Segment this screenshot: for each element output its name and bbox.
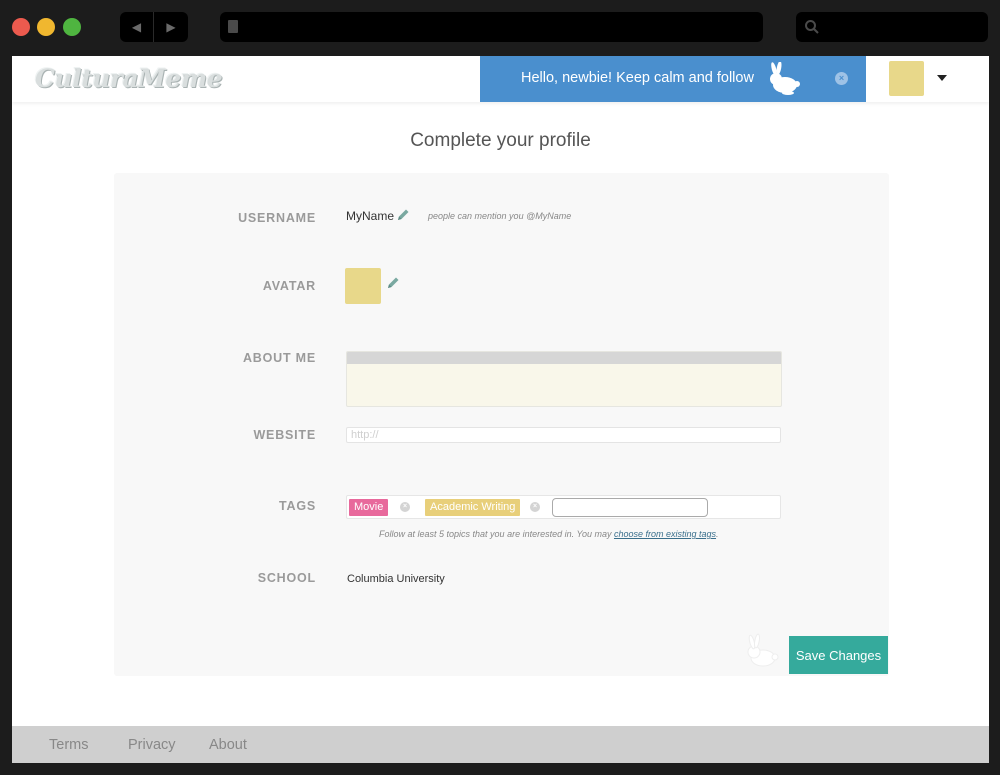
tags-hint-end: . (716, 529, 719, 539)
browser-search-bar[interactable] (796, 12, 988, 42)
website-label: WEBSITE (253, 428, 316, 442)
page-icon (228, 20, 238, 33)
tags-label: TAGS (279, 499, 316, 513)
school-value: Columbia University (347, 573, 445, 585)
banner-text: Hello, newbie! Keep calm and follow (521, 70, 754, 86)
site-logo[interactable]: CulturaMeme (35, 64, 223, 93)
window-minimize-button[interactable] (37, 18, 55, 36)
user-avatar[interactable] (889, 61, 924, 96)
rabbit-icon (747, 633, 779, 667)
page-viewport: CulturaMeme Hello, newbie! Keep calm and… (12, 56, 989, 763)
search-icon (805, 20, 819, 34)
chevron-down-icon[interactable] (937, 75, 947, 81)
rabbit-icon (770, 62, 800, 95)
browser-chrome: ◀ ▶ (0, 0, 1000, 56)
footer-link-privacy[interactable]: Privacy (128, 737, 176, 753)
website-input[interactable] (346, 427, 781, 443)
profile-form: USERNAME MyName people can mention you @… (114, 173, 889, 676)
save-changes-button[interactable]: Save Changes (789, 636, 888, 674)
school-label: SCHOOL (257, 571, 316, 585)
new-tag-input[interactable] (552, 498, 708, 517)
footer-link-terms[interactable]: Terms (49, 737, 88, 753)
back-button[interactable]: ◀ (120, 12, 154, 42)
tag-academic-writing[interactable]: Academic Writing (425, 499, 521, 516)
about-me-textarea[interactable] (347, 364, 781, 406)
banner-close-icon[interactable]: × (835, 72, 848, 85)
nav-buttons: ◀ ▶ (120, 12, 188, 42)
window-zoom-button[interactable] (63, 18, 81, 36)
tags-input-box: Movie × Academic Writing × (346, 495, 781, 519)
site-header: CulturaMeme Hello, newbie! Keep calm and… (12, 56, 989, 102)
choose-existing-tags-link[interactable]: choose from existing tags (614, 529, 716, 539)
username-value: MyName (346, 209, 395, 223)
forward-button[interactable]: ▶ (154, 12, 188, 42)
footer-link-about[interactable]: About (209, 737, 247, 753)
editor-toolbar (347, 352, 781, 364)
username-label: USERNAME (238, 211, 316, 225)
tags-hint: Follow at least 5 topics that you are in… (379, 529, 719, 539)
avatar-preview[interactable] (345, 268, 381, 304)
username-hint: people can mention you @MyName (428, 211, 572, 221)
about-me-label: ABOUT ME (242, 351, 316, 365)
avatar-label: AVATAR (262, 279, 316, 293)
address-bar[interactable] (220, 12, 763, 42)
tag-movie[interactable]: Movie (349, 499, 389, 516)
edit-username-pencil-icon[interactable] (396, 208, 410, 222)
remove-tag-movie-icon[interactable]: × (400, 502, 410, 512)
welcome-banner: Hello, newbie! Keep calm and follow × (480, 56, 866, 102)
about-me-editor (346, 351, 782, 407)
page-title: Complete your profile (410, 130, 591, 151)
window-close-button[interactable] (12, 18, 30, 36)
edit-avatar-pencil-icon[interactable] (386, 276, 400, 290)
site-footer: Terms Privacy About (12, 726, 989, 763)
remove-tag-academic-writing-icon[interactable]: × (530, 502, 540, 512)
tags-hint-text: Follow at least 5 topics that you are in… (379, 529, 614, 539)
